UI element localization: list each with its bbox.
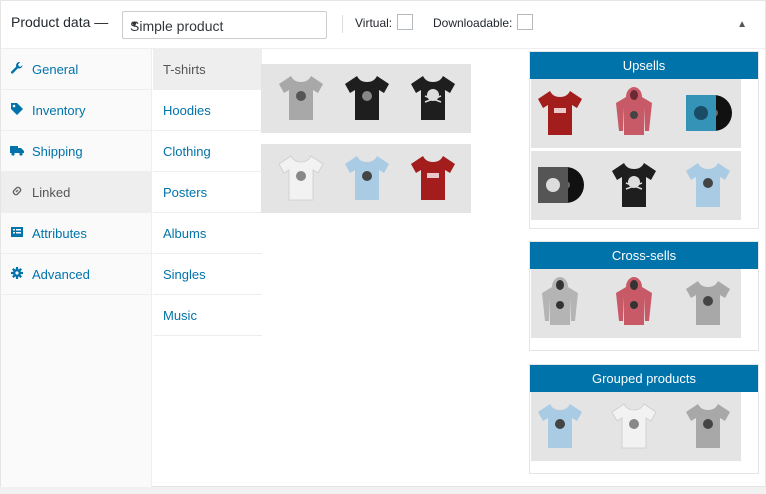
category-item-posters[interactable]: Posters bbox=[153, 172, 262, 213]
tab-label: Advanced bbox=[32, 267, 90, 282]
product-type-select[interactable]: Simple product ▼ bbox=[122, 11, 327, 39]
upsells-grid-row-2 bbox=[531, 151, 741, 220]
virtual-checkbox[interactable] bbox=[397, 14, 413, 30]
product-data-tabs: General Inventory Shipping Linked Attrib… bbox=[1, 49, 152, 487]
tab-attributes[interactable]: Attributes bbox=[1, 213, 151, 254]
product-data-header: Product data — Simple product ▼ Virtual:… bbox=[1, 1, 765, 49]
collapse-toggle-icon[interactable]: ▲ bbox=[737, 19, 747, 30]
tab-label: Inventory bbox=[32, 103, 86, 118]
album-blue-thumbnail[interactable] bbox=[682, 85, 734, 141]
category-label: Singles bbox=[163, 267, 206, 282]
grouped-products-heading: Grouped products bbox=[530, 365, 758, 392]
category-item-singles[interactable]: Singles bbox=[153, 254, 262, 295]
tab-label: Shipping bbox=[32, 144, 83, 159]
tshirt-black-thumbnail[interactable] bbox=[341, 70, 393, 126]
tshirt-blue-thumbnail[interactable] bbox=[341, 150, 393, 206]
hoodie-pink-thumbnail[interactable] bbox=[608, 85, 660, 141]
cross-sells-grid bbox=[531, 269, 741, 338]
upsells-heading: Upsells bbox=[530, 52, 758, 79]
tshirt-red-thumbnail[interactable] bbox=[407, 150, 459, 206]
category-label: Hoodies bbox=[163, 103, 211, 118]
product-grid-row-1 bbox=[261, 64, 471, 133]
upsells-grid-row-1 bbox=[531, 79, 741, 148]
category-label: T-shirts bbox=[163, 62, 206, 77]
hoodie-grey-thumbnail[interactable] bbox=[534, 275, 586, 331]
category-item-albums[interactable]: Albums bbox=[153, 213, 262, 254]
header-divider bbox=[342, 15, 343, 33]
tab-general[interactable]: General bbox=[1, 49, 151, 90]
tab-shipping[interactable]: Shipping bbox=[1, 131, 151, 172]
tab-inventory[interactable]: Inventory bbox=[1, 90, 151, 131]
tab-label: Attributes bbox=[32, 226, 87, 241]
hoodie-pink-thumbnail[interactable] bbox=[608, 275, 660, 331]
tab-label: Linked bbox=[32, 185, 71, 200]
tab-advanced[interactable]: Advanced bbox=[1, 254, 151, 295]
tshirt-white-thumbnail[interactable] bbox=[608, 398, 660, 454]
cross-sells-box: Cross-sells bbox=[529, 241, 759, 351]
cross-sells-heading: Cross-sells bbox=[530, 242, 758, 269]
wrench-icon bbox=[10, 61, 24, 75]
tshirt-red-thumbnail[interactable] bbox=[534, 85, 586, 141]
category-label: Posters bbox=[163, 185, 208, 200]
downloadable-checkbox[interactable] bbox=[517, 14, 533, 30]
gear-icon bbox=[10, 266, 24, 280]
category-list: T-shirts Hoodies Clothing Posters Albums… bbox=[153, 49, 262, 336]
category-item-hoodies[interactable]: Hoodies bbox=[153, 90, 262, 131]
tshirt-grey-thumbnail[interactable] bbox=[682, 275, 734, 331]
tshirt-blue-thumbnail[interactable] bbox=[682, 157, 734, 213]
upsells-box: Upsells bbox=[529, 51, 759, 229]
tshirt-white-thumbnail[interactable] bbox=[275, 150, 327, 206]
product-data-title: Product data — bbox=[11, 14, 109, 30]
category-label: Clothing bbox=[163, 144, 211, 159]
list-icon bbox=[10, 225, 24, 239]
grouped-products-box: Grouped products bbox=[529, 364, 759, 474]
category-item-clothing[interactable]: Clothing bbox=[153, 131, 262, 172]
album-black-thumbnail[interactable] bbox=[534, 157, 586, 213]
virtual-label: Virtual: bbox=[355, 16, 393, 30]
tshirt-black-skull-thumbnail[interactable] bbox=[407, 70, 459, 126]
link-icon bbox=[10, 184, 24, 198]
truck-icon bbox=[10, 143, 24, 157]
tab-label: General bbox=[32, 62, 79, 77]
tshirt-blue-thumbnail[interactable] bbox=[534, 398, 586, 454]
chevron-down-icon: ▼ bbox=[130, 19, 139, 29]
downloadable-label: Downloadable: bbox=[433, 16, 513, 30]
category-item-tshirts[interactable]: T-shirts bbox=[153, 49, 262, 90]
product-data-panel: Product data — Simple product ▼ Virtual:… bbox=[0, 0, 766, 487]
category-label: Albums bbox=[163, 226, 207, 241]
tshirt-grey-thumbnail[interactable] bbox=[682, 398, 734, 454]
category-item-music[interactable]: Music bbox=[153, 295, 262, 336]
tab-linked[interactable]: Linked bbox=[1, 172, 151, 213]
tshirt-black-skull-thumbnail[interactable] bbox=[608, 157, 660, 213]
tshirt-grey-thumbnail[interactable] bbox=[275, 70, 327, 126]
tag-icon bbox=[10, 102, 24, 116]
grouped-products-grid bbox=[531, 392, 741, 461]
category-label: Music bbox=[163, 308, 197, 323]
product-grid-row-2 bbox=[261, 144, 471, 213]
